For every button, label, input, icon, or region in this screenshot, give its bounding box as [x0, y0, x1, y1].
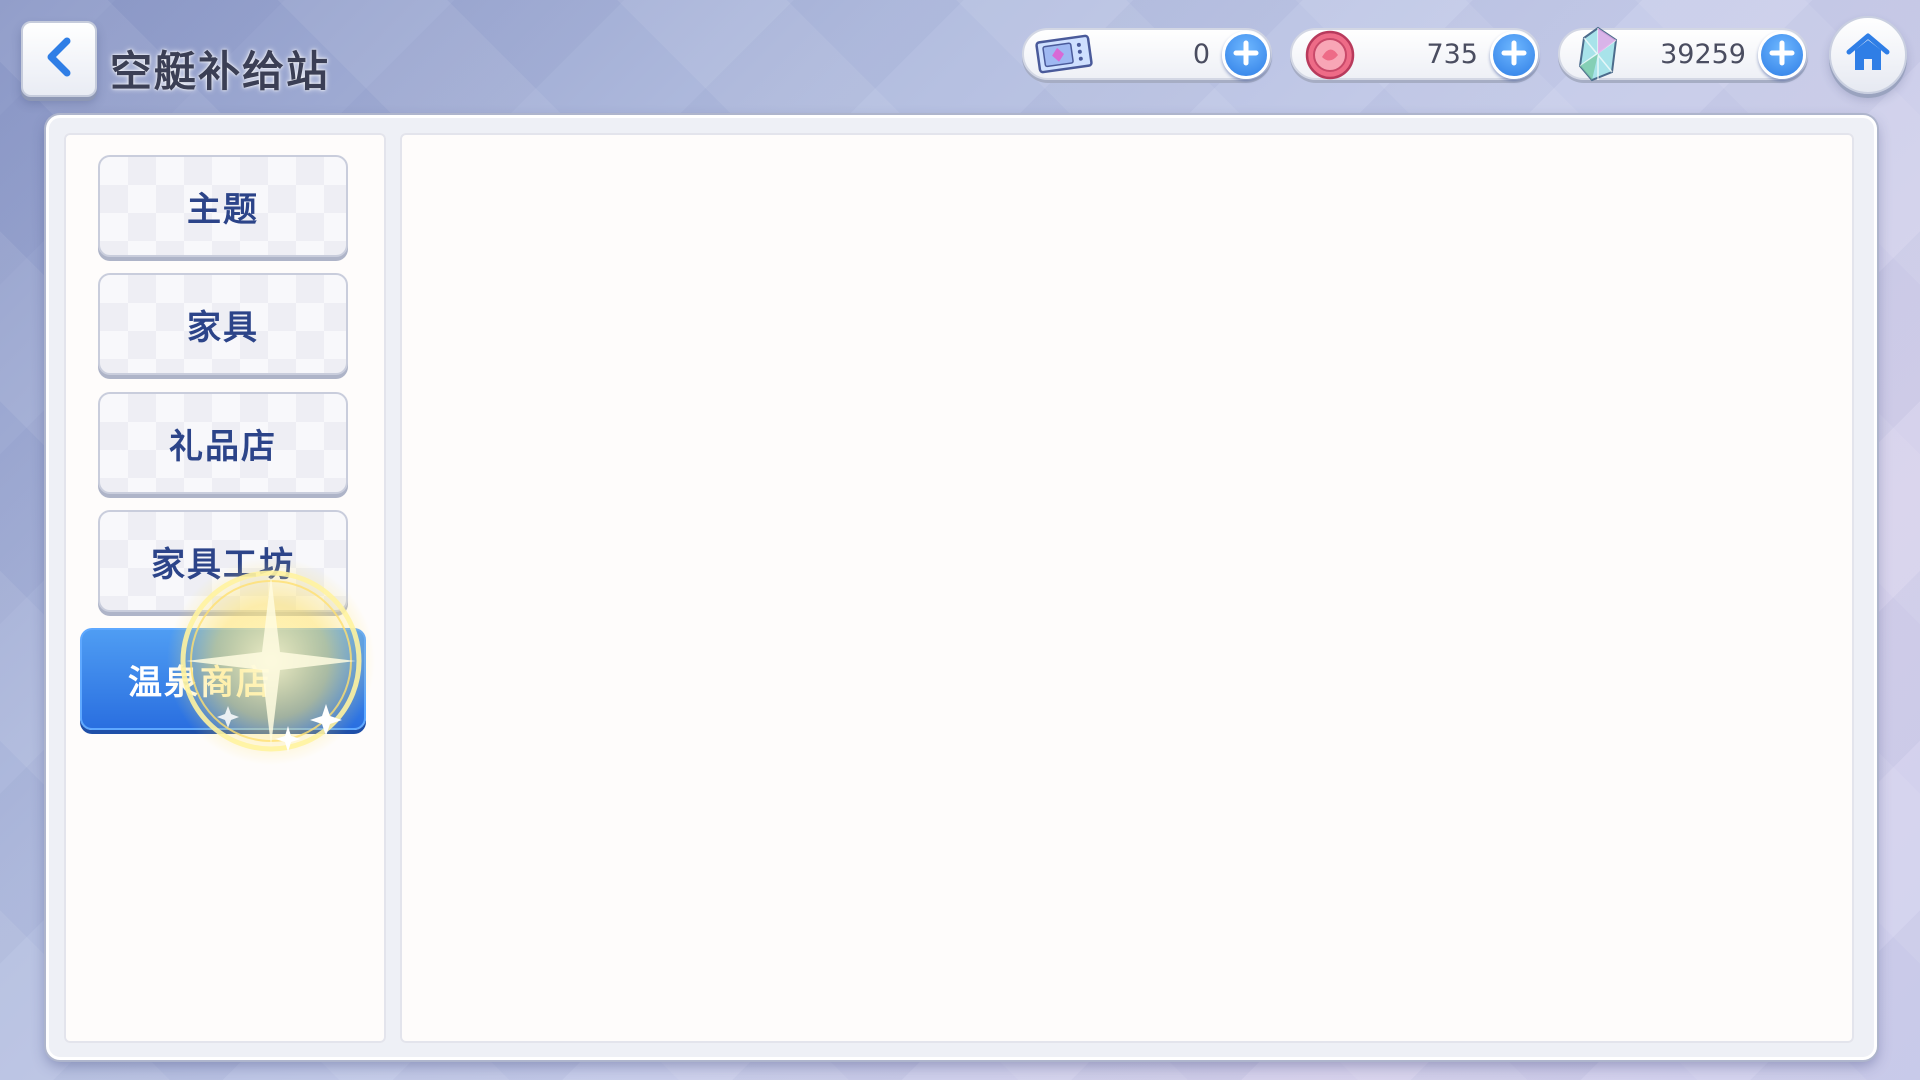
shop-content-area [400, 133, 1854, 1043]
tab-label: 主题 [187, 189, 259, 230]
tab-label: 家具工坊 [151, 544, 295, 585]
tab-theme[interactable]: 主题 [98, 155, 348, 257]
tab-furniture[interactable]: 家具 [98, 273, 348, 375]
plus-icon [1769, 40, 1795, 70]
currency-coin: 735 [1290, 28, 1540, 80]
tab-label: 家具 [187, 307, 259, 348]
coin-icon [1304, 29, 1356, 85]
tab-hot-spring-shop[interactable]: 温泉商店 [80, 628, 366, 730]
add-ticket-button[interactable] [1222, 31, 1270, 79]
coin-amount: 735 [1426, 39, 1478, 70]
gem-amount: 39259 [1660, 39, 1746, 70]
home-icon [1845, 32, 1891, 78]
add-gem-button[interactable] [1758, 31, 1806, 79]
ticket-amount: 0 [1192, 39, 1210, 70]
currency-ticket: 0 [1022, 28, 1272, 80]
back-button[interactable] [21, 21, 97, 97]
page-title: 空艇补给站 [110, 47, 331, 96]
tab-furniture-workshop[interactable]: 家具工坊 [98, 510, 348, 612]
gem-icon [1576, 26, 1620, 86]
currency-gem: 39259 [1558, 26, 1808, 82]
tab-label: 礼品店 [169, 426, 277, 467]
chevron-left-icon [41, 35, 77, 83]
tab-gift-shop[interactable]: 礼品店 [98, 392, 348, 494]
home-button[interactable] [1829, 16, 1907, 94]
add-coin-button[interactable] [1490, 31, 1538, 79]
ticket-icon [1034, 33, 1094, 79]
plus-icon [1501, 40, 1527, 70]
plus-icon [1233, 40, 1259, 70]
tab-label: 温泉商店 [128, 662, 272, 703]
